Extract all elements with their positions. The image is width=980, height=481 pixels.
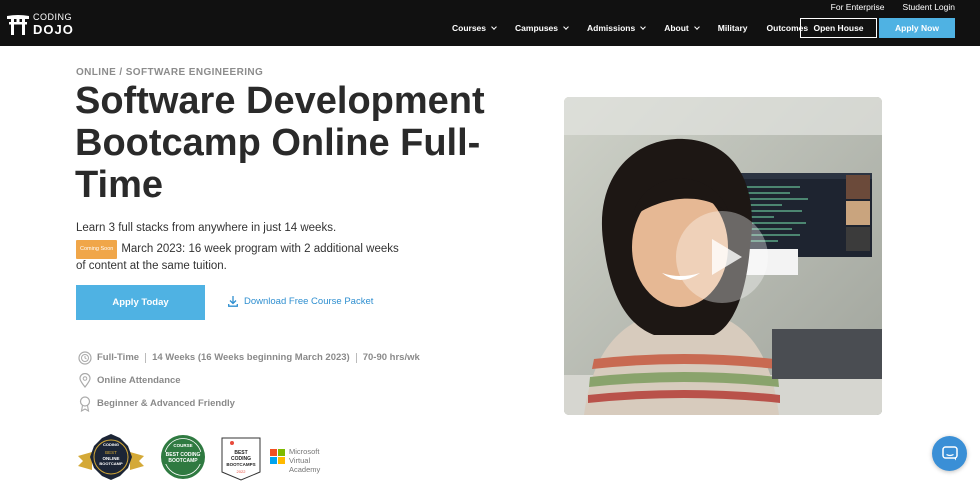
page-title: Software Development Bootcamp Online Ful… [75, 80, 485, 206]
award-ribbon-icon [78, 395, 92, 412]
student-login-link[interactable]: Student Login [903, 2, 955, 12]
chat-icon [941, 446, 958, 461]
divider [145, 352, 147, 363]
microsoft-virtual-academy-logo: Microsoft Virtual Academy [270, 447, 321, 474]
location-pin-icon [78, 373, 92, 389]
course-report-award: COURSE BEST CODING BOOTCAMP [161, 435, 205, 479]
for-enterprise-link[interactable]: For Enterprise [831, 2, 885, 12]
location-text: Online Attendance [97, 375, 181, 386]
nav-item-campuses[interactable]: Campuses [515, 23, 569, 33]
program-update-text: March 2023: 16 week program with 2 addit… [76, 243, 399, 272]
feature-location: Online Attendance [78, 369, 420, 392]
award-badges: CODING BEST ONLINE BOOTCAMP COURSE BEST … [76, 432, 330, 481]
level-text: Beginner & Advanced Friendly [97, 398, 235, 409]
hero-lead-text: Learn 3 full stacks from anywhere in jus… [76, 222, 337, 234]
nav-item-courses[interactable]: Courses [452, 23, 497, 33]
program-update-note: Coming Soon March 2023: 16 week program w… [76, 240, 406, 274]
nav-item-about[interactable]: About [664, 23, 700, 33]
award4-line1: Microsoft [289, 447, 320, 456]
coding-dojo-logo[interactable]: CODING DOJO [7, 13, 74, 36]
torii-gate-icon [7, 14, 29, 35]
coming-soon-badge: Coming Soon [76, 240, 118, 259]
award1-line2: BEST [105, 450, 117, 455]
switchup-best-bootcamps-award: BEST CODING BOOTCAMPS 2022 [221, 437, 261, 481]
chevron-down-icon [640, 24, 647, 30]
course-video-player[interactable] [564, 97, 882, 415]
award3-line3: BOOTCAMPS [226, 462, 255, 467]
feature-schedule: Full-Time 14 Weeks (16 Weeks beginning M… [78, 346, 420, 369]
duration-text: 14 Weeks (16 Weeks beginning March 2023) [152, 352, 350, 363]
chevron-down-icon [693, 24, 700, 30]
award4-line3: Academy [289, 465, 321, 474]
award2-line1: COURSE [173, 443, 192, 448]
open-house-button[interactable]: Open House [800, 18, 877, 38]
award4-line2: Virtual [289, 456, 310, 465]
chevron-down-icon [491, 24, 497, 30]
download-course-packet-link[interactable]: Download Free Course Packet [228, 296, 373, 307]
breadcrumb: ONLINE / SOFTWARE ENGINEERING [76, 67, 264, 78]
feature-level: Beginner & Advanced Friendly [78, 392, 420, 415]
download-icon [228, 296, 238, 307]
nav-item-military[interactable]: Military [718, 23, 748, 33]
award1-line4: BOOTCAMP [99, 461, 123, 466]
nav-item-label: Admissions [587, 23, 636, 33]
chevron-down-icon [563, 24, 569, 30]
top-navigation-bar: CODING DOJO For Enterprise Student Login… [0, 0, 980, 46]
apply-today-button[interactable]: Apply Today [76, 285, 205, 320]
clock-icon [78, 350, 92, 366]
main-nav: Courses Campuses Admissions About Milita… [452, 23, 827, 33]
nav-item-label: Military [717, 23, 748, 33]
nav-item-label: Campuses [515, 23, 559, 33]
logo-text-coding: CODING [33, 12, 72, 22]
award1-line1: CODING [103, 442, 119, 447]
award2-line3: BOOTCAMP [168, 458, 198, 464]
nav-item-admissions[interactable]: Admissions [587, 23, 647, 33]
utility-links: For Enterprise Student Login [831, 2, 955, 12]
nav-item-label: Courses [452, 23, 487, 33]
video-thumbnail-student [564, 97, 882, 415]
nav-item-label: About [664, 23, 689, 33]
download-link-label: Download Free Course Packet [244, 296, 374, 307]
divider [355, 352, 357, 363]
hours-text: 70-90 hrs/wk [362, 352, 420, 363]
best-online-bootcamp-award: CODING BEST ONLINE BOOTCAMP [78, 434, 144, 480]
award3-line4: 2022 [237, 469, 247, 474]
apply-now-button[interactable]: Apply Now [879, 18, 955, 38]
logo-text-dojo: DOJO [33, 22, 74, 37]
chat-widget-button[interactable] [932, 436, 967, 471]
program-features: Full-Time 14 Weeks (16 Weeks beginning M… [78, 346, 420, 415]
schedule-text: Full-Time [97, 352, 140, 363]
